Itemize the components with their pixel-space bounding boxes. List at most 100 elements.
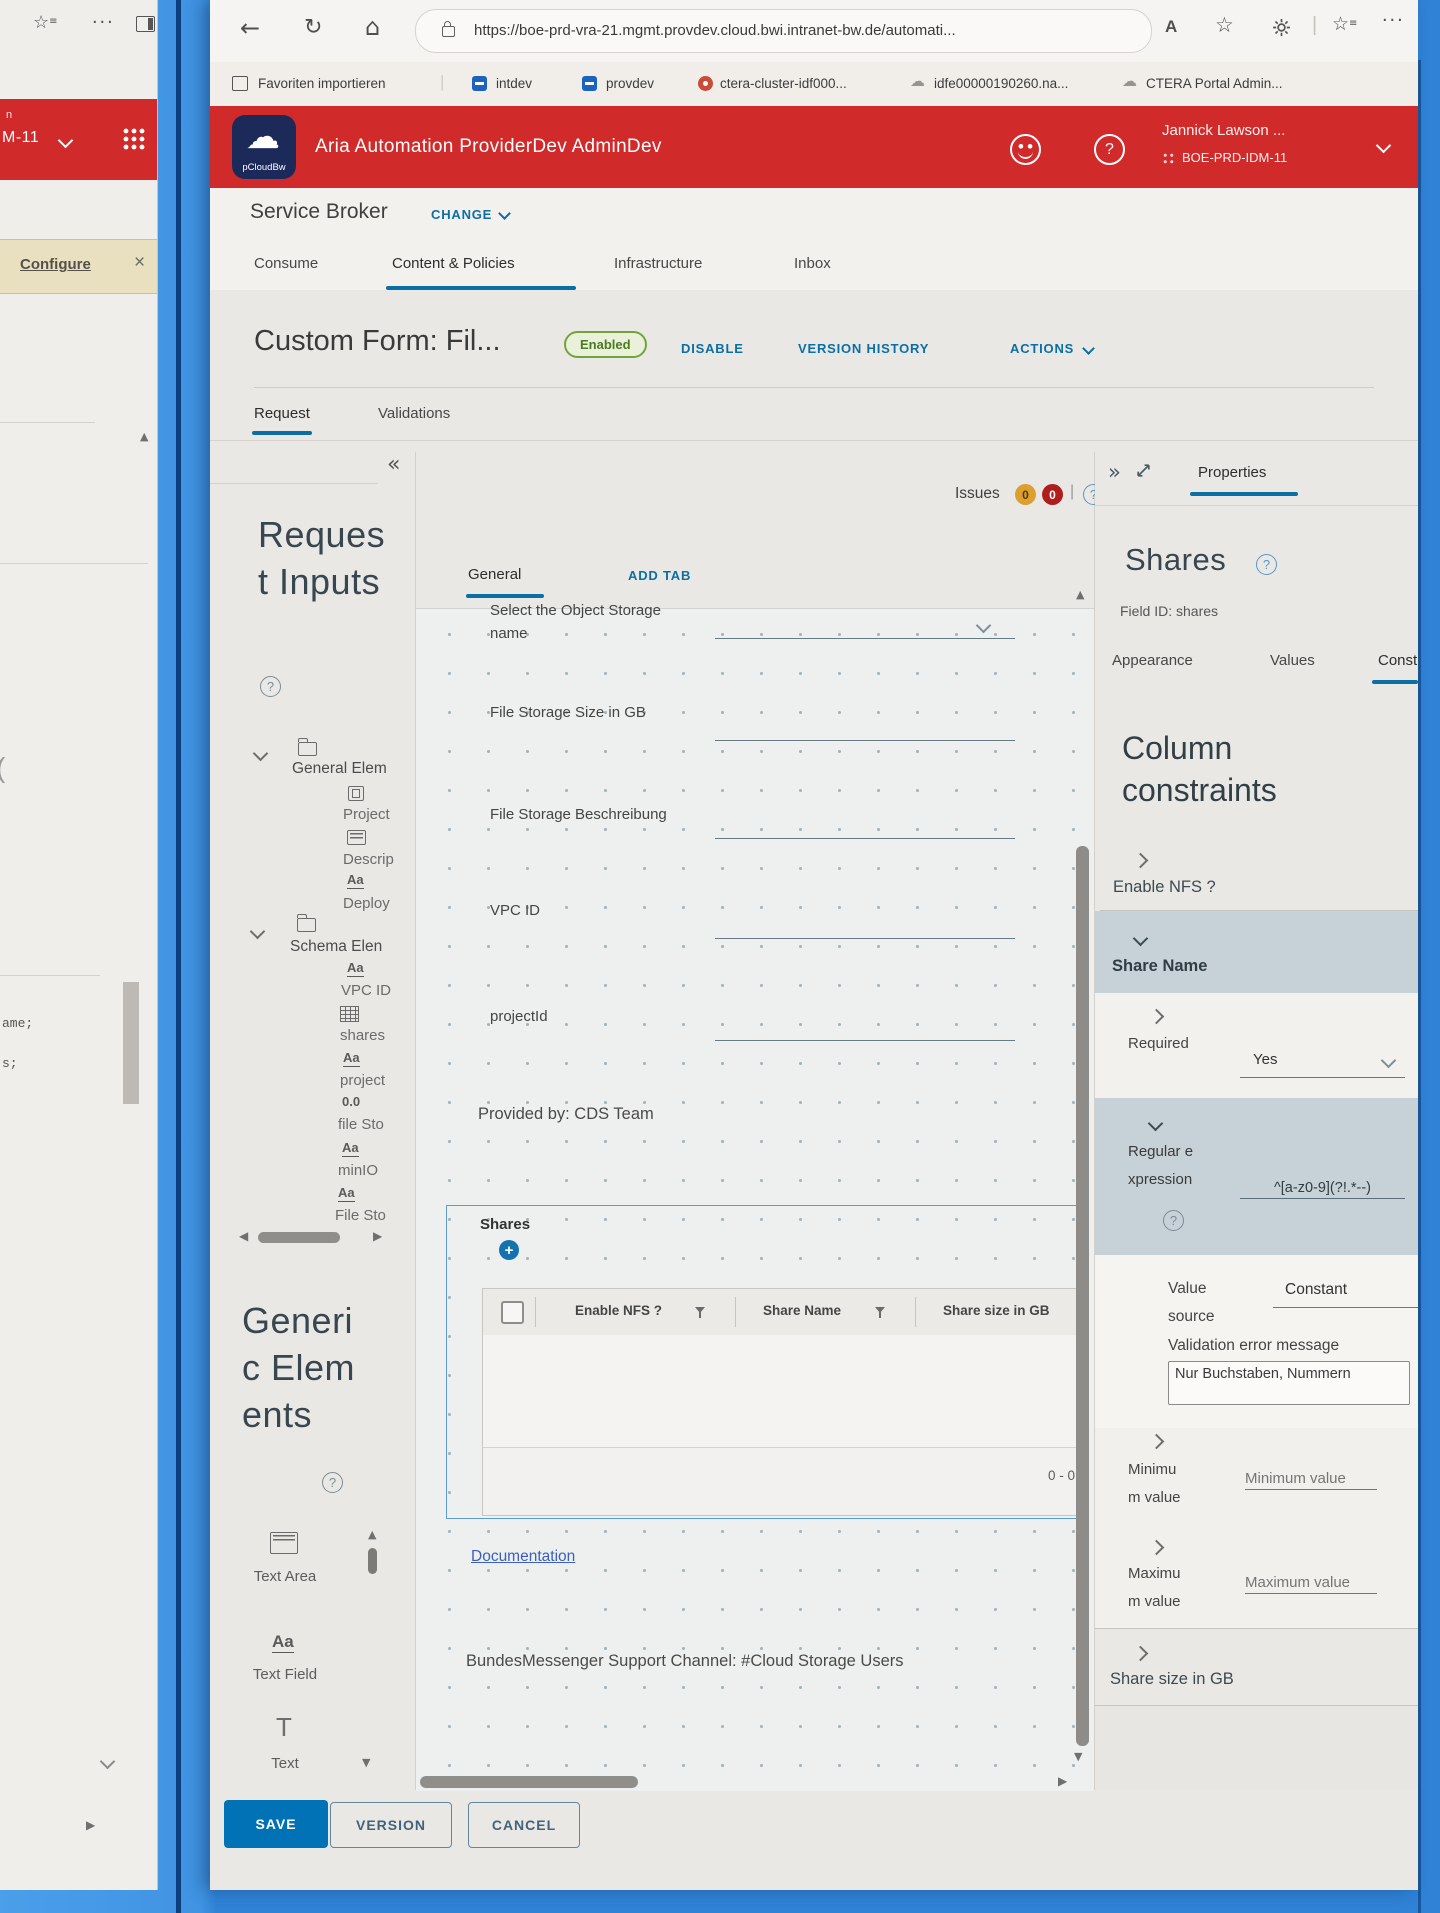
tab-consume[interactable]: Consume xyxy=(254,255,318,272)
tab-properties[interactable]: Properties xyxy=(1198,464,1266,481)
change-link[interactable]: CHANGE xyxy=(431,207,492,222)
tree-group-label[interactable]: Schema Elen xyxy=(290,938,382,956)
bookmark-favicon[interactable] xyxy=(582,76,597,91)
tree-item[interactable]: File Sto xyxy=(335,1207,386,1224)
help-icon[interactable]: ? xyxy=(322,1472,343,1493)
select-chevron-icon[interactable] xyxy=(1381,1053,1397,1069)
url-text[interactable]: https://boe-prd-vra-21.mgmt.provdev.clou… xyxy=(474,22,956,39)
tree-group-label[interactable]: General Elem xyxy=(292,760,387,778)
add-row-button[interactable]: + xyxy=(499,1240,519,1260)
add-tab-button[interactable]: ADD TAB xyxy=(628,568,691,583)
tab-values[interactable]: Values xyxy=(1270,652,1315,669)
scrollbar-thumb[interactable] xyxy=(368,1548,377,1574)
scroll-right-icon[interactable]: ▶ xyxy=(86,1818,95,1832)
change-chevron-icon[interactable] xyxy=(498,207,511,220)
tree-item[interactable]: Deploy xyxy=(343,895,390,912)
version-button[interactable]: VERSION xyxy=(330,1802,452,1848)
required-select-value[interactable]: Yes xyxy=(1253,1051,1277,1068)
resize-icon[interactable] xyxy=(1135,462,1152,484)
filter-icon[interactable] xyxy=(875,1307,885,1313)
tree-item[interactable]: shares xyxy=(340,1027,385,1044)
cloud-icon[interactable]: ☁ xyxy=(910,72,925,90)
text-input[interactable] xyxy=(715,740,1015,741)
scroll-down-icon[interactable]: ▼ xyxy=(1074,1750,1082,1763)
palette-item-text[interactable]: Text xyxy=(220,1755,350,1772)
scroll-up-icon[interactable]: ▲ xyxy=(1076,588,1084,601)
import-favorites-icon[interactable] xyxy=(232,76,248,91)
error-count-badge[interactable]: 0 xyxy=(1042,484,1063,505)
bookmark-favicon[interactable] xyxy=(698,76,713,91)
text-input[interactable] xyxy=(715,838,1015,839)
org-name[interactable]: BOE-PRD-IDM-11 xyxy=(1182,150,1287,165)
value-source-value[interactable]: Constant xyxy=(1285,1281,1347,1299)
tab-content-policies[interactable]: Content & Policies xyxy=(392,255,515,272)
read-aloud-icon[interactable]: A xyxy=(1165,17,1177,37)
bookmark-ctera-cluster[interactable]: ctera-cluster-idf000... xyxy=(720,76,847,91)
scroll-up-icon[interactable]: ▲ xyxy=(368,1528,376,1541)
select-input[interactable] xyxy=(715,638,1015,639)
filter-icon[interactable] xyxy=(695,1307,705,1313)
shares-grid-element[interactable]: Shares + Enable NFS ? Share Name Share s… xyxy=(446,1205,1084,1519)
scroll-right-icon[interactable]: ▶ xyxy=(1058,1774,1067,1788)
browser-menu-icon[interactable]: ... xyxy=(92,6,115,29)
tab-appearance[interactable]: Appearance xyxy=(1112,652,1193,669)
tree-item[interactable]: Project xyxy=(343,806,390,823)
chevron-down-icon[interactable] xyxy=(58,133,74,149)
scrollbar-thumb[interactable] xyxy=(123,982,139,1104)
lock-icon[interactable] xyxy=(442,26,455,37)
favorites-hub-icon[interactable]: ☆≡ xyxy=(1332,13,1357,35)
tree-item[interactable]: VPC ID xyxy=(341,982,391,999)
tab-request[interactable]: Request xyxy=(254,405,310,422)
tree-item[interactable]: minIO xyxy=(338,1162,378,1179)
favorite-star-icon[interactable]: ☆ xyxy=(1215,13,1234,37)
bookmark-provdev[interactable]: provdev xyxy=(606,76,654,91)
constraint-section-share-size[interactable]: Share size in GB xyxy=(1110,1670,1234,1689)
app-switcher-icon[interactable] xyxy=(122,127,146,151)
sidebar-panel-icon[interactable] xyxy=(136,16,155,32)
chevron-down-icon[interactable] xyxy=(100,1754,116,1770)
help-icon[interactable]: ? xyxy=(1256,554,1277,575)
cancel-button[interactable]: CANCEL xyxy=(468,1802,580,1848)
feedback-smiley-icon[interactable] xyxy=(1010,134,1041,165)
favorites-hub-icon[interactable]: ☆≡ xyxy=(33,12,58,33)
import-favorites-label[interactable]: Favoriten importieren xyxy=(258,76,386,91)
palette-item-text-area[interactable]: Text Area xyxy=(220,1568,350,1585)
column-header[interactable]: Share size in GB xyxy=(943,1303,1050,1318)
canvas-tab-general[interactable]: General xyxy=(468,566,521,583)
cloud-icon[interactable]: ☁ xyxy=(1122,72,1137,90)
home-icon[interactable]: ⌂ xyxy=(365,13,380,41)
scrollbar-thumb[interactable] xyxy=(258,1232,340,1243)
column-header[interactable]: Enable NFS ? xyxy=(575,1303,662,1318)
browser-menu-icon[interactable]: ... xyxy=(1382,4,1405,27)
tab-validations[interactable]: Validations xyxy=(378,405,450,422)
back-icon[interactable]: ← xyxy=(240,14,260,42)
user-menu-chevron-icon[interactable] xyxy=(1376,138,1392,154)
scroll-right-icon[interactable]: ▶ xyxy=(373,1229,382,1243)
documentation-link[interactable]: Documentation xyxy=(471,1548,575,1566)
scroll-up-icon[interactable]: ▲ xyxy=(140,430,148,443)
tree-item[interactable]: file Sto xyxy=(338,1116,384,1133)
save-button[interactable]: SAVE xyxy=(224,1800,328,1848)
bookmark-favicon[interactable] xyxy=(472,76,487,91)
expand-icon[interactable] xyxy=(1149,1434,1165,1450)
help-icon[interactable]: ? xyxy=(1163,1210,1184,1231)
collapse-icon[interactable] xyxy=(1148,1116,1164,1132)
text-input[interactable] xyxy=(715,938,1015,939)
select-all-checkbox[interactable] xyxy=(501,1301,524,1324)
tab-inbox[interactable]: Inbox xyxy=(794,255,831,272)
bookmark-ctera-portal[interactable]: CTERA Portal Admin... xyxy=(1146,76,1283,91)
actions-menu-button[interactable]: ACTIONS xyxy=(1010,341,1074,356)
bookmark-idfe[interactable]: idfe00000190260.na... xyxy=(934,76,1068,91)
configure-link[interactable]: Configure xyxy=(20,256,91,273)
constraint-section-enable-nfs[interactable]: Enable NFS ? xyxy=(1113,878,1216,897)
scrollbar-thumb[interactable] xyxy=(420,1776,638,1788)
maximum-value-input[interactable] xyxy=(1245,1572,1377,1594)
help-icon[interactable]: ? xyxy=(1094,134,1125,165)
constraint-section-share-name[interactable]: Share Name xyxy=(1095,911,1418,993)
tree-item[interactable]: project xyxy=(340,1072,385,1089)
expand-icon[interactable] xyxy=(1149,1009,1165,1025)
collapse-panel-icon[interactable]: « xyxy=(387,452,400,477)
regex-input[interactable] xyxy=(1240,1178,1405,1199)
expand-icon[interactable] xyxy=(1149,1540,1165,1556)
palette-item-text-field[interactable]: Text Field xyxy=(220,1666,350,1683)
